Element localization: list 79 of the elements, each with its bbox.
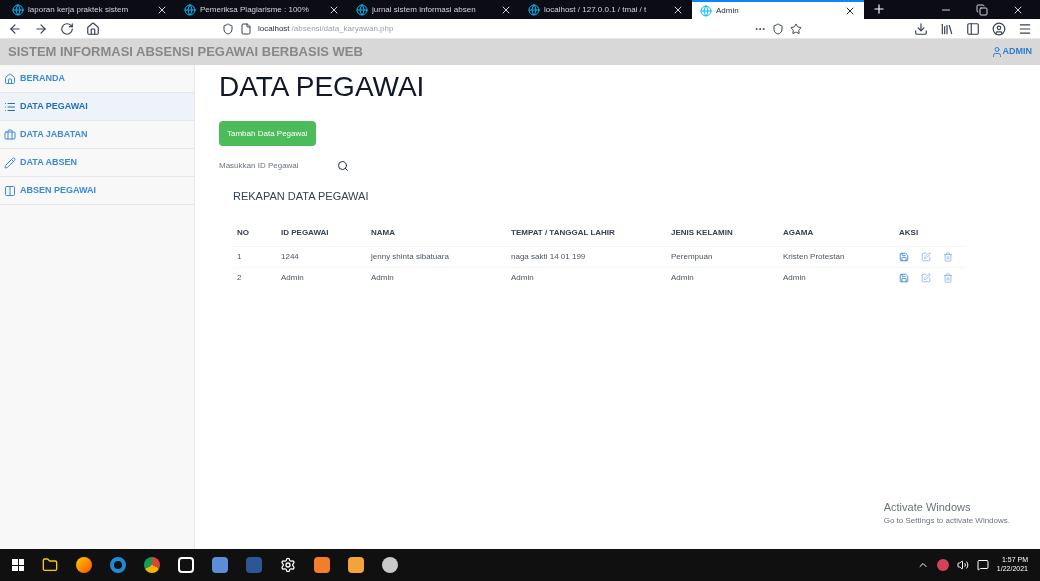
tab-title: localhost / 127.0.0.1 / tmai / t bbox=[544, 3, 648, 16]
volume-icon[interactable] bbox=[956, 559, 969, 571]
url-host: localhost bbox=[258, 22, 290, 35]
tab-favicon-icon bbox=[700, 4, 712, 17]
table-cell: 1244 bbox=[281, 252, 299, 261]
browser-tab[interactable]: jurnal sistem informasi absen bbox=[348, 0, 520, 19]
browser-tab[interactable]: localhost / 127.0.0.1 / tmai / t bbox=[520, 0, 692, 19]
save-icon[interactable] bbox=[899, 252, 909, 262]
tab-favicon-icon bbox=[528, 3, 540, 16]
bookmark-icon[interactable] bbox=[790, 22, 802, 35]
tab-title: Admin bbox=[716, 4, 740, 17]
list-icon bbox=[4, 100, 16, 113]
column-header: ID PEGAWAI bbox=[281, 228, 329, 238]
briefcase-icon bbox=[4, 128, 16, 141]
address-bar[interactable]: localhost /absensi/data_karyawan.php bbox=[222, 22, 802, 35]
table-cell: Admin bbox=[783, 273, 806, 283]
activation-title: Activate Windows bbox=[883, 499, 972, 515]
sidebar-icon[interactable] bbox=[966, 21, 980, 36]
site-title: SISTEM INFORMASI ABSENSI PEGAWAI BERBASIS WEB bbox=[8, 43, 364, 62]
table-cell: jenny shinta sibatuara bbox=[371, 252, 449, 261]
page-title: DATA PEGAWAI bbox=[219, 73, 425, 101]
home-icon[interactable] bbox=[86, 21, 100, 36]
column-header: NAMA bbox=[371, 228, 395, 238]
table-cell: Admin bbox=[671, 273, 694, 283]
pencil-icon bbox=[4, 156, 16, 169]
sidebar-item[interactable]: ABSEN PEGAWAI bbox=[0, 177, 194, 205]
tab-favicon-icon bbox=[12, 3, 24, 16]
page-icon bbox=[240, 22, 252, 35]
sidebar-item[interactable]: DATA PEGAWAI bbox=[0, 93, 194, 121]
search-field[interactable]: Masukkan ID Pegawai bbox=[219, 160, 337, 172]
column-header: TEMPAT / TANGGAL LAHIR bbox=[511, 228, 615, 238]
table-cell: naga sakti 14 01 199 bbox=[511, 252, 586, 261]
table-cell: Admin bbox=[281, 273, 304, 283]
user-icon bbox=[990, 46, 1003, 58]
tab-title: Pemeriksa Plagiarisme : 100% bbox=[200, 3, 310, 16]
new-tab-icon[interactable] bbox=[872, 2, 886, 16]
tab-favicon-icon bbox=[184, 3, 196, 16]
sidebar-item[interactable]: DATA JABATAN bbox=[0, 121, 194, 149]
menu-icon[interactable] bbox=[1018, 21, 1032, 36]
save-icon[interactable] bbox=[899, 273, 909, 284]
tab-title: jurnal sistem informasi absen bbox=[372, 3, 477, 16]
table-cell: Admin bbox=[511, 273, 534, 283]
columns-icon bbox=[4, 184, 16, 197]
app-icon[interactable] bbox=[382, 557, 398, 573]
search-icon[interactable] bbox=[337, 160, 349, 172]
folder-icon[interactable] bbox=[42, 557, 58, 573]
activation-subtitle: Go to Settings to activate Windows. bbox=[883, 515, 1010, 527]
column-header: NO bbox=[237, 228, 249, 238]
start-icon[interactable] bbox=[12, 559, 24, 571]
shield-icon bbox=[222, 22, 234, 35]
settings-icon[interactable] bbox=[280, 557, 296, 573]
home-icon bbox=[4, 72, 16, 85]
user-name[interactable]: ADMIN bbox=[1002, 45, 1032, 59]
browser-tab[interactable]: laporan kerja praktek sistem bbox=[4, 0, 176, 19]
table-title: REKAPAN DATA PEGAWAI bbox=[233, 189, 369, 204]
column-header: JENIS KELAMIN bbox=[671, 228, 733, 238]
library-icon[interactable] bbox=[940, 21, 954, 36]
sidebar-item[interactable]: DATA ABSEN bbox=[0, 149, 194, 177]
download-icon[interactable] bbox=[914, 21, 928, 36]
column-header: AGAMA bbox=[783, 228, 814, 238]
close-icon[interactable] bbox=[1012, 4, 1024, 16]
table-cell: 2 bbox=[237, 273, 242, 283]
account-icon[interactable] bbox=[992, 21, 1006, 36]
back-icon[interactable] bbox=[8, 21, 22, 36]
add-button[interactable]: Tambah Data Pegawai bbox=[219, 121, 316, 146]
url-path: /absensi/data_karyawan.php bbox=[291, 22, 394, 35]
notification-icon[interactable] bbox=[976, 559, 989, 571]
browser-tab[interactable]: Pemeriksa Plagiarisme : 100% bbox=[176, 0, 348, 19]
table-cell: 1 bbox=[237, 252, 242, 261]
forward-icon[interactable] bbox=[34, 21, 48, 36]
tab-favicon-icon bbox=[356, 3, 368, 16]
restore-icon[interactable] bbox=[976, 4, 988, 16]
tab-title: laporan kerja praktek sistem bbox=[28, 3, 130, 16]
column-header: AKSI bbox=[899, 228, 919, 238]
reload-icon[interactable] bbox=[60, 21, 74, 36]
table-cell: Perempuan bbox=[671, 252, 713, 261]
browser-tab[interactable]: Admin bbox=[692, 0, 864, 19]
table-cell: Admin bbox=[371, 273, 394, 283]
table-cell: Kristen Protestan bbox=[783, 252, 845, 261]
